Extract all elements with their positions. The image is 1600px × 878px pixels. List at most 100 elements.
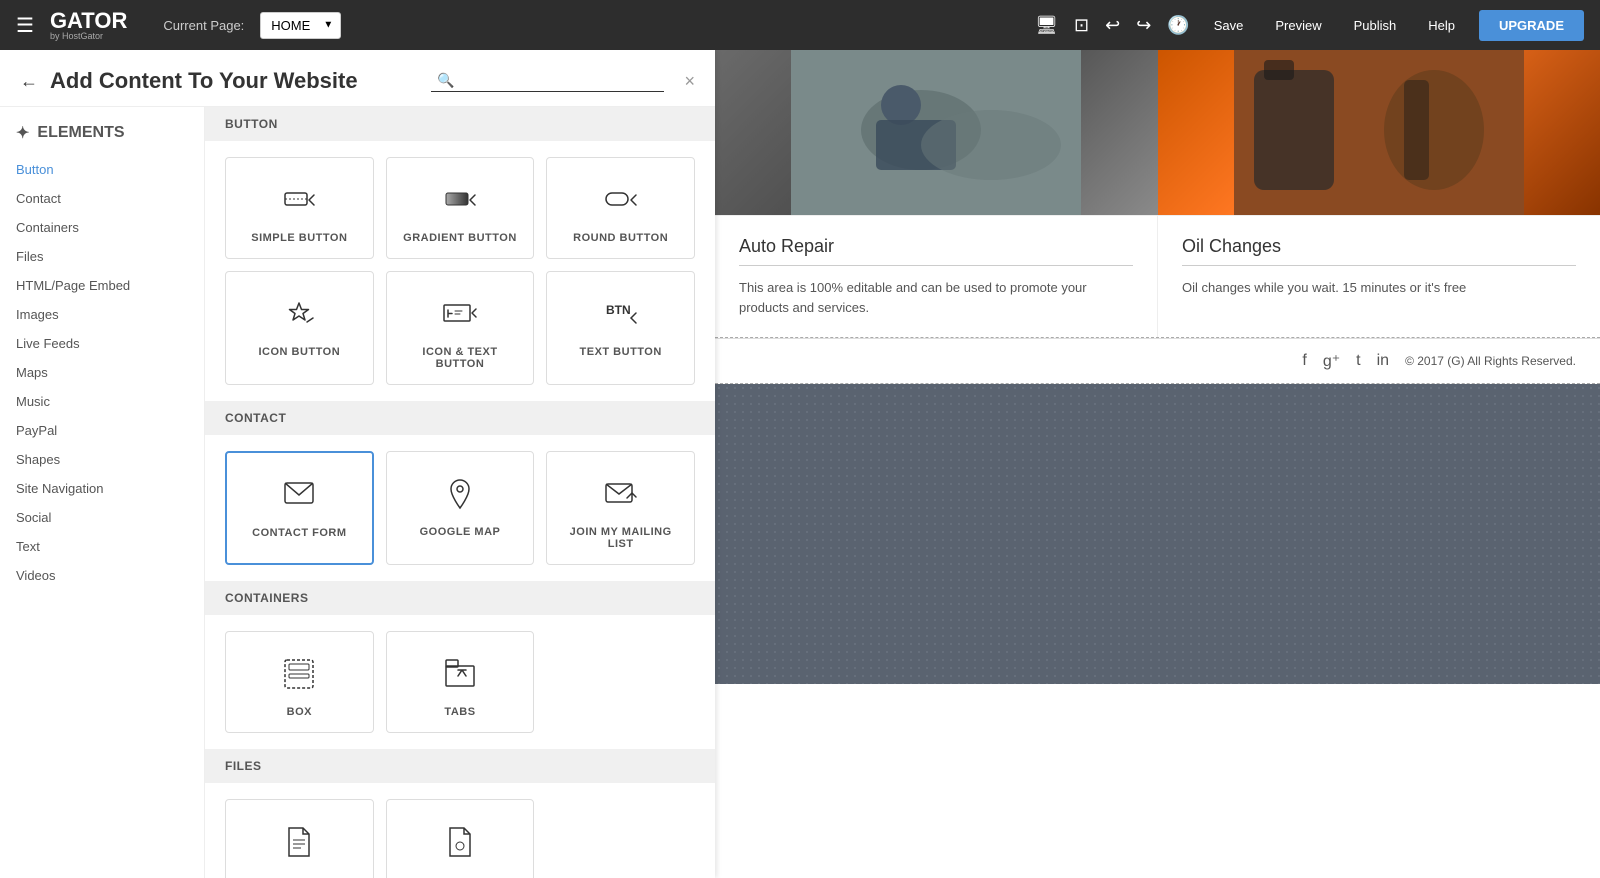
containers-section-header: CONTAINERS xyxy=(205,581,715,615)
logo-text: GATORby HostGator xyxy=(50,10,127,41)
google-map-item[interactable]: GOOGLE MAP xyxy=(386,451,535,565)
preview-button[interactable]: Preview xyxy=(1267,14,1329,37)
search-icon: 🔍 xyxy=(437,72,454,89)
sidebar-item-music[interactable]: Music xyxy=(0,387,204,416)
text-button-item[interactable]: BTN TEXT BUTTON xyxy=(546,271,695,385)
google-map-label: GOOGLE MAP xyxy=(420,526,501,538)
tabs-item[interactable]: TABS xyxy=(386,631,535,733)
gradient-button-icon xyxy=(442,178,478,222)
auto-repair-image xyxy=(715,50,1158,215)
preview-col-2: Oil Changes Oil changes while you wait. … xyxy=(1158,216,1600,337)
col2-text: Oil changes while you wait. 15 minutes o… xyxy=(1182,278,1576,298)
col1-text: This area is 100% editable and can be us… xyxy=(739,278,1133,317)
sidebar-item-maps[interactable]: Maps xyxy=(0,358,204,387)
page-selector-wrap: HOME xyxy=(260,12,341,39)
twitter-icon[interactable]: t xyxy=(1356,352,1360,370)
sidebar-item-paypal[interactable]: PayPal xyxy=(0,416,204,445)
svg-text:BTN: BTN xyxy=(606,303,631,317)
googleplus-icon[interactable]: g⁺ xyxy=(1323,351,1340,371)
sidebar-item-containers[interactable]: Containers xyxy=(0,213,204,242)
sidebar-item-text[interactable]: Text xyxy=(0,532,204,561)
file2-item[interactable] xyxy=(386,799,535,878)
sidebar-item-contact[interactable]: Contact xyxy=(0,184,204,213)
redo-icon[interactable]: ↪ xyxy=(1136,15,1151,36)
files-section-header: FILES xyxy=(205,749,715,783)
elements-icon: ✦ xyxy=(16,123,29,143)
elements-section-header: ✦ ELEMENTS xyxy=(0,123,204,155)
upgrade-button[interactable]: UPGRADE xyxy=(1479,10,1584,41)
back-arrow-icon[interactable]: ← xyxy=(20,71,38,92)
join-mailing-list-icon xyxy=(603,472,639,516)
nav-view-icons: 🖥 ⊡ ↩ ↪ 🕐 xyxy=(1035,15,1190,36)
sidebar: ✦ ELEMENTS Button Contact Containers Fil… xyxy=(0,107,205,878)
panel-body: ✦ ELEMENTS Button Contact Containers Fil… xyxy=(0,107,715,878)
panel-title: Add Content To Your Website xyxy=(50,68,419,94)
tabs-icon xyxy=(442,652,478,696)
files-items-grid xyxy=(225,799,695,878)
box-item[interactable]: BOX xyxy=(225,631,374,733)
sidebar-item-images[interactable]: Images xyxy=(0,300,204,329)
publish-button[interactable]: Publish xyxy=(1346,14,1405,37)
page-selector[interactable]: HOME xyxy=(260,12,341,39)
gradient-button-label: GRADIENT BUTTON xyxy=(403,232,517,244)
tablet-view-icon[interactable]: ⊡ xyxy=(1074,15,1089,36)
current-page-label: Current Page: xyxy=(163,18,244,33)
sidebar-item-button[interactable]: Button xyxy=(0,155,204,184)
containers-items-grid: BOX TABS xyxy=(225,631,695,733)
sidebar-item-social[interactable]: Social xyxy=(0,503,204,532)
col2-title: Oil Changes xyxy=(1182,236,1576,257)
simple-button-item[interactable]: SIMPLE BUTTON xyxy=(225,157,374,259)
file1-item[interactable] xyxy=(225,799,374,878)
button-grid-section: SIMPLE BUTTON xyxy=(205,141,715,401)
right-preview: Auto Repair This area is 100% editable a… xyxy=(715,50,1600,878)
gradient-button-item[interactable]: GRADIENT BUTTON xyxy=(386,157,535,259)
join-mailing-list-label: JOIN MY MAILING LIST xyxy=(557,526,684,550)
logo: GATORby HostGator xyxy=(50,10,127,41)
panel-header: ← Add Content To Your Website 🔍 × xyxy=(0,50,715,107)
hamburger-menu-icon[interactable]: ☰ xyxy=(16,13,34,38)
preview-content: Auto Repair This area is 100% editable a… xyxy=(715,50,1600,878)
left-panel: ← Add Content To Your Website 🔍 × ✦ ELEM… xyxy=(0,50,715,878)
oil-change-image xyxy=(1158,50,1600,215)
tabs-label: TABS xyxy=(444,706,475,718)
close-icon[interactable]: × xyxy=(684,71,695,92)
contact-form-item[interactable]: CONTACT FORM xyxy=(225,451,374,565)
sidebar-item-files[interactable]: Files xyxy=(0,242,204,271)
contact-section-header: CONTACT xyxy=(205,401,715,435)
round-button-item[interactable]: ROUND BUTTON xyxy=(546,157,695,259)
top-navigation: ☰ GATORby HostGator Current Page: HOME 🖥… xyxy=(0,0,1600,50)
file1-icon xyxy=(281,820,317,864)
facebook-icon[interactable]: f xyxy=(1302,352,1306,370)
icon-button-item[interactable]: ICON BUTTON xyxy=(225,271,374,385)
help-button[interactable]: Help xyxy=(1420,14,1463,37)
copyright-text: © 2017 (G) All Rights Reserved. xyxy=(1405,354,1576,368)
history-icon[interactable]: 🕐 xyxy=(1167,15,1189,36)
sidebar-item-live-feeds[interactable]: Live Feeds xyxy=(0,329,204,358)
sidebar-item-shapes[interactable]: Shapes xyxy=(0,445,204,474)
preview-col-1: Auto Repair This area is 100% editable a… xyxy=(715,216,1158,337)
search-input[interactable] xyxy=(458,73,658,89)
undo-icon[interactable]: ↩ xyxy=(1105,15,1120,36)
icon-text-button-item[interactable]: ICON & TEXT BUTTON xyxy=(386,271,535,385)
button-section-header: BUTTON xyxy=(205,107,715,141)
desktop-view-icon[interactable]: 🖥 xyxy=(1035,15,1058,36)
linkedin-icon[interactable]: in xyxy=(1377,352,1389,370)
join-mailing-list-item[interactable]: JOIN MY MAILING LIST xyxy=(546,451,695,565)
round-button-label: ROUND BUTTON xyxy=(573,232,668,244)
google-map-icon xyxy=(442,472,478,516)
file2-icon xyxy=(442,820,478,864)
icon-text-button-icon xyxy=(442,292,478,336)
content-area: BUTTON SIMPLE BUTTON xyxy=(205,107,715,878)
sidebar-item-html-embed[interactable]: HTML/Page Embed xyxy=(0,271,204,300)
sidebar-item-videos[interactable]: Videos xyxy=(0,561,204,590)
icon-button-icon xyxy=(281,292,317,336)
contact-form-label: CONTACT FORM xyxy=(252,527,346,539)
preview-two-col: Auto Repair This area is 100% editable a… xyxy=(715,215,1600,337)
text-button-label: TEXT BUTTON xyxy=(580,346,662,358)
save-button[interactable]: Save xyxy=(1206,14,1252,37)
icon-text-button-label: ICON & TEXT BUTTON xyxy=(397,346,524,370)
containers-grid-section: BOX TABS xyxy=(205,615,715,749)
contact-items-grid: CONTACT FORM GOOGLE MAP xyxy=(225,451,695,565)
sidebar-item-site-navigation[interactable]: Site Navigation xyxy=(0,474,204,503)
preview-dark-area xyxy=(715,384,1600,684)
